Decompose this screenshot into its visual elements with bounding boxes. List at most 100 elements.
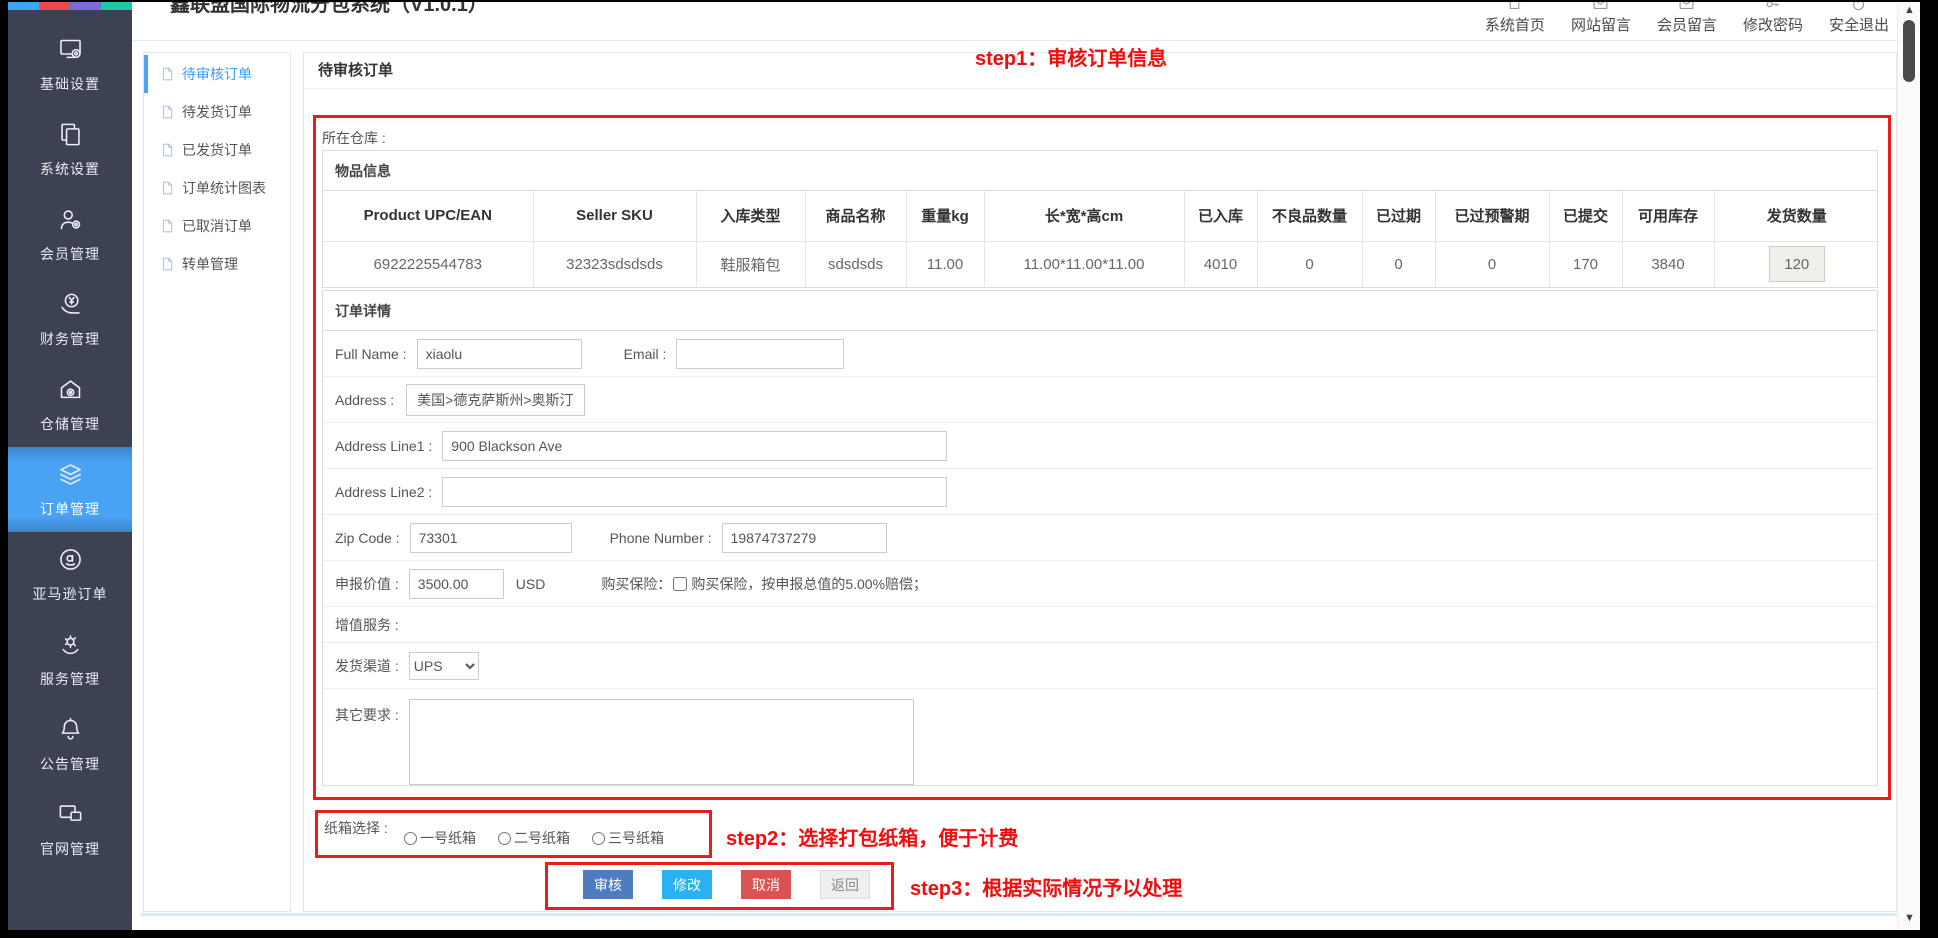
scroll-down-arrow[interactable]: ▼: [1898, 912, 1921, 924]
submenu-cancelled-orders[interactable]: 已取消订单: [144, 207, 290, 245]
sidebar-item-members[interactable]: 会员管理: [8, 192, 132, 277]
channel-select[interactable]: UPS: [409, 652, 479, 680]
topnav-change-password[interactable]: 修改密码: [1743, 2, 1803, 35]
approve-button[interactable]: 审核: [583, 870, 633, 899]
carton-radio-2[interactable]: [498, 832, 511, 845]
form-row-address1: Address Line1 :: [323, 423, 1877, 469]
sidebar-label: 基础设置: [8, 74, 132, 94]
zip-label: Zip Code :: [335, 530, 400, 546]
topnav-site-messages[interactable]: 网站留言: [1571, 2, 1631, 35]
cell-inbound-qty: 4010: [1184, 241, 1257, 287]
key-icon: [1764, 2, 1781, 12]
sidebar-label: 公告管理: [8, 754, 132, 774]
goods-table-header-row: Product UPC/EAN Seller SKU 入库类型 商品名称 重量k…: [323, 191, 1879, 241]
amazon-icon: [57, 546, 84, 573]
back-button[interactable]: 返回: [820, 870, 870, 899]
home-icon: [1506, 2, 1523, 12]
modify-button[interactable]: 修改: [662, 870, 712, 899]
sidebar-item-base-settings[interactable]: 基础设置: [8, 22, 132, 107]
col-header: 重量kg: [906, 191, 984, 241]
col-header: 已过预警期: [1435, 191, 1549, 241]
submenu-order-statistics[interactable]: 订单统计图表: [144, 169, 290, 207]
sidebar-label: 财务管理: [8, 329, 132, 349]
carton-option-2[interactable]: 二号纸箱: [498, 828, 570, 848]
document-icon: [160, 256, 174, 272]
phone-input[interactable]: [722, 523, 887, 553]
topnav-system-home[interactable]: 系统首页: [1485, 2, 1545, 35]
address2-input[interactable]: [442, 477, 947, 507]
sidebar-label: 仓储管理: [8, 414, 132, 434]
sidebar-label: 亚马逊订单: [8, 584, 132, 604]
submenu-transfer-orders[interactable]: 转单管理: [144, 245, 290, 283]
cell-warning-qty: 0: [1435, 241, 1549, 287]
submenu-label: 待发货订单: [182, 102, 252, 122]
document-icon: [160, 66, 174, 82]
address-region-value[interactable]: 美国>德克萨斯州>奥斯汀: [406, 384, 584, 416]
power-icon: [1850, 2, 1867, 12]
topnav-label: 系统首页: [1485, 14, 1545, 35]
other-requirements-textarea[interactable]: [409, 699, 914, 785]
topnav-member-messages[interactable]: 会员留言: [1657, 2, 1717, 35]
sidebar-label: 订单管理: [8, 499, 132, 519]
col-header: 商品名称: [805, 191, 906, 241]
sidebar-item-finance[interactable]: 财务管理: [8, 277, 132, 362]
form-row-address2: Address Line2 :: [323, 469, 1877, 515]
submenu-pending-ship-orders[interactable]: 待发货订单: [144, 93, 290, 131]
goods-info-section: 物品信息 Product UPC/EAN Seller SKU 入库类型 商品名…: [322, 150, 1878, 288]
insurance-label: 购买保险：: [601, 574, 671, 594]
scroll-thumb[interactable]: [1903, 20, 1915, 82]
sidebar-item-services[interactable]: 服务管理: [8, 617, 132, 702]
col-header: 可用库存: [1622, 191, 1714, 241]
carton-radio-3[interactable]: [592, 832, 605, 845]
zip-input[interactable]: [410, 523, 572, 553]
main-sidebar: 基础设置 系统设置 会员管理 财务管理 仓储管理 订单管理 亚马逊订单 服务管: [8, 2, 132, 930]
sidebar-item-system-settings[interactable]: 系统设置: [8, 107, 132, 192]
top-menu: 系统首页 网站留言 会员留言 修改密码 安全退出: [1485, 2, 1889, 35]
order-submenu: 待审核订单 待发货订单 已发货订单 订单统计图表 已取消订单 转单管理: [143, 52, 291, 912]
col-header: 入库类型: [696, 191, 805, 241]
topnav-logout[interactable]: 安全退出: [1829, 2, 1889, 35]
address2-label: Address Line2 :: [335, 484, 432, 500]
cell-defective-qty: 0: [1257, 241, 1362, 287]
document-icon: [160, 142, 174, 158]
cell-weight: 11.00: [906, 241, 984, 287]
frame-bottom: [0, 930, 1938, 938]
sidebar-item-website[interactable]: 官网管理: [8, 787, 132, 872]
submenu-shipped-orders[interactable]: 已发货订单: [144, 131, 290, 169]
goods-table-row: 6922225544783 32323sdsdsds 鞋服箱包 sdsdsds …: [323, 241, 1879, 287]
mail-icon: [1592, 2, 1609, 12]
form-row-channel: 发货渠道 : UPS: [323, 643, 1877, 689]
carton-option-3[interactable]: 三号纸箱: [592, 828, 664, 848]
topnav-label: 安全退出: [1829, 14, 1889, 35]
scroll-up-arrow[interactable]: ▲: [1898, 4, 1921, 16]
carton-radio-1[interactable]: [404, 832, 417, 845]
full-name-input[interactable]: [417, 339, 582, 369]
warehouse-gear-icon: [57, 376, 84, 403]
ship-qty-input[interactable]: [1769, 246, 1825, 282]
sidebar-item-orders[interactable]: 订单管理: [8, 447, 132, 532]
sidebar-item-amazon-orders[interactable]: 亚马逊订单: [8, 532, 132, 617]
step3-annotation: step3：根据实际情况予以处理: [910, 872, 1182, 901]
frame-top: [0, 0, 1938, 2]
phone-label: Phone Number :: [610, 530, 712, 546]
col-header: 长*宽*高cm: [984, 191, 1184, 241]
insurance-checkbox[interactable]: [673, 577, 687, 591]
vertical-scrollbar[interactable]: ▲ ▼: [1897, 2, 1920, 930]
sidebar-item-announcements[interactable]: 公告管理: [8, 702, 132, 787]
sidebar-label: 系统设置: [8, 159, 132, 179]
carton-option-1[interactable]: 一号纸箱: [404, 828, 476, 848]
cancel-button[interactable]: 取消: [741, 870, 791, 899]
warehouse-label: 所在仓库 :: [322, 128, 386, 148]
sidebar-item-warehouse[interactable]: 仓储管理: [8, 362, 132, 447]
submenu-label: 已取消订单: [182, 216, 252, 236]
bell-icon: [57, 716, 84, 743]
declared-value-label: 申报价值 :: [335, 574, 399, 594]
email-input[interactable]: [676, 339, 844, 369]
col-header: Product UPC/EAN: [323, 191, 533, 241]
submenu-pending-review-orders[interactable]: 待审核订单: [144, 55, 290, 93]
app-title: 鑫联盟国际物流分包系统（V1.0.1）: [170, 2, 488, 17]
address1-input[interactable]: [442, 431, 947, 461]
channel-label: 发货渠道 :: [335, 656, 399, 676]
declared-value-input[interactable]: [409, 569, 504, 599]
document-icon: [160, 104, 174, 120]
